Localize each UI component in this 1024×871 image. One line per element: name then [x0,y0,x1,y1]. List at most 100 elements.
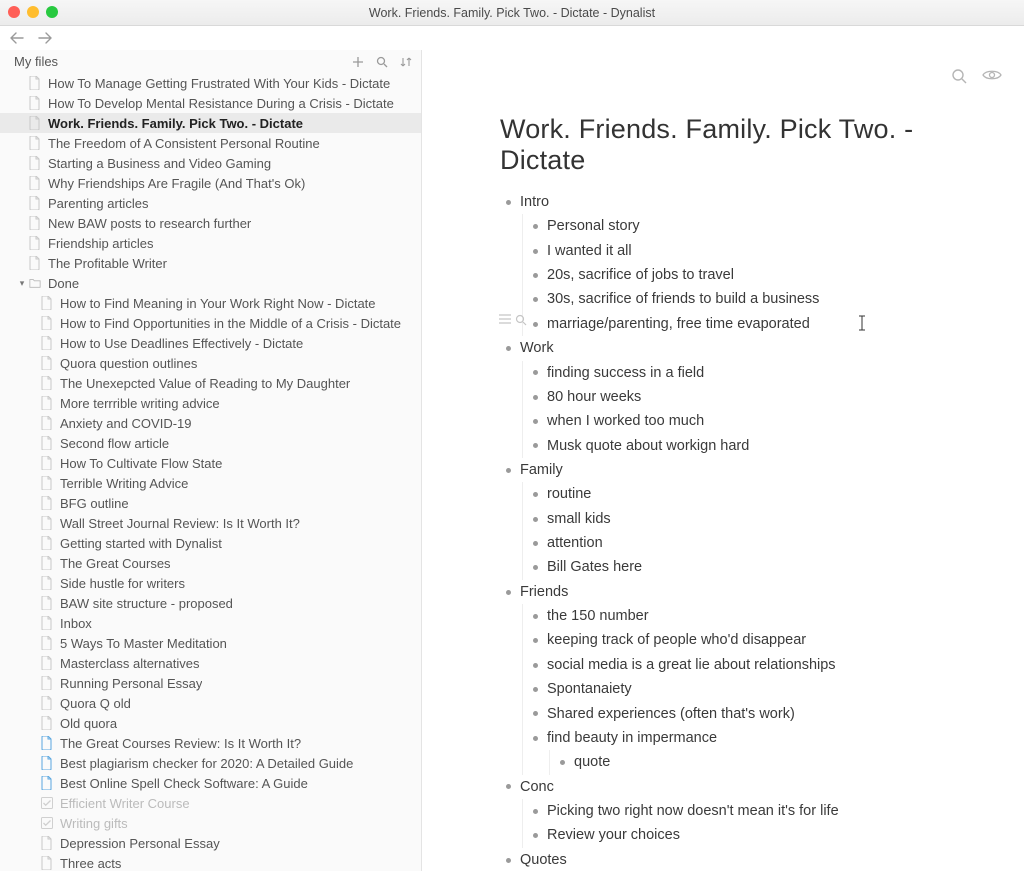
file-item[interactable]: The Profitable Writer [0,253,421,273]
zoom-icon[interactable] [515,314,527,326]
outline-text[interactable]: Friends [520,584,568,600]
outline-text[interactable]: Shared experiences (often that's work) [547,706,795,722]
outline-node[interactable]: Review your choices [527,823,976,847]
file-item[interactable]: Quora question outlines [0,353,421,373]
outline-text[interactable]: 80 hour weeks [547,389,641,405]
outline-node[interactable]: Bill Gates here [527,555,976,579]
outline-text[interactable]: when I worked too much [547,413,704,429]
outline-text[interactable]: Spontanaiety [547,681,632,697]
file-item[interactable]: Why Friendships Are Fragile (And That's … [0,173,421,193]
file-item[interactable]: Anxiety and COVID-19 [0,413,421,433]
outline-node[interactable]: small kids [527,507,976,531]
file-item[interactable]: The Freedom of A Consistent Personal Rou… [0,133,421,153]
outline-text[interactable]: Personal story [547,218,640,234]
file-item[interactable]: More terrrible writing advice [0,393,421,413]
outline-text[interactable]: Bill Gates here [547,559,642,575]
outline-node[interactable]: attention [527,531,976,555]
file-item[interactable]: Old quora [0,713,421,733]
window-close-button[interactable] [8,6,20,18]
file-item[interactable]: Friendship articles [0,233,421,253]
nav-back-button[interactable] [10,32,24,44]
outline-text[interactable]: 20s, sacrifice of jobs to travel [547,267,734,283]
file-item[interactable]: Writing gifts [0,813,421,833]
outline-node[interactable]: when I worked too much [527,409,976,433]
outline-node[interactable]: Intro Personal story I wanted it all 20s, s… [500,190,976,336]
view-mode-button[interactable] [982,68,1002,85]
outline-text[interactable]: quote [574,754,610,770]
outline-node[interactable]: Family routine small kids attention Bill Gat… [500,458,976,580]
outline-text[interactable]: routine [547,486,591,502]
file-tree[interactable]: How To Manage Getting Frustrated With Yo… [0,73,421,871]
outline-node[interactable]: find beauty in impermancequote [527,726,976,775]
outline-text[interactable]: small kids [547,511,611,527]
expand-toggle-icon[interactable]: ▾ [16,278,28,289]
file-item[interactable]: 5 Ways To Master Meditation [0,633,421,653]
file-item[interactable]: Wall Street Journal Review: Is It Worth … [0,513,421,533]
outline-node[interactable]: Personal story [527,214,976,238]
outline-text[interactable]: Musk quote about workign hard [547,438,749,454]
new-file-button[interactable] [351,55,365,69]
nav-forward-button[interactable] [38,32,52,44]
file-item[interactable]: How To Manage Getting Frustrated With Yo… [0,73,421,93]
file-item[interactable]: Parenting articles [0,193,421,213]
file-item[interactable]: Best Online Spell Check Software: A Guid… [0,773,421,793]
outline-node[interactable]: I wanted it all [527,239,976,263]
file-item[interactable]: New BAW posts to research further [0,213,421,233]
outline-text[interactable]: social media is a great lie about relati… [547,657,836,673]
file-item[interactable]: Running Personal Essay [0,673,421,693]
file-item[interactable]: Starting a Business and Video Gaming [0,153,421,173]
outline-node[interactable]: Work finding success in a field 80 hour we… [500,336,976,458]
outline-node[interactable]: keeping track of people who'd disappear [527,628,976,652]
outline-node[interactable]: Spontanaiety [527,677,976,701]
outline-text[interactable]: Work [520,340,554,356]
outline-text[interactable]: finding success in a field [547,365,704,381]
file-item[interactable]: BAW site structure - proposed [0,593,421,613]
outline-node[interactable]: Shared experiences (often that's work) [527,702,976,726]
search-files-button[interactable] [375,55,389,69]
file-item[interactable]: How to Use Deadlines Effectively - Dicta… [0,333,421,353]
outline-node[interactable]: Musk quote about workign hard [527,434,976,458]
file-item[interactable]: Three acts [0,853,421,871]
outline-text[interactable]: marriage/parenting, free time evaporated [547,316,810,332]
document-pane[interactable]: Work. Friends. Family. Pick Two. - Dicta… [422,50,1024,871]
outline-text[interactable]: Conc [520,779,554,795]
outline-node[interactable]: Quotes“The cessation of each thing is no… [500,848,976,871]
outline-node[interactable]: social media is a great lie about relati… [527,653,976,677]
outline-text[interactable]: Family [520,462,563,478]
outline-text[interactable]: Picking two right now doesn't mean it's … [547,803,839,819]
outline-node[interactable]: marriage/parenting, free time evaporated [527,312,976,336]
outline-text[interactable]: Review your choices [547,827,680,843]
file-item[interactable]: How To Develop Mental Resistance During … [0,93,421,113]
file-item[interactable]: Side hustle for writers [0,573,421,593]
outline-text[interactable]: Intro [520,194,549,210]
outline-text[interactable]: attention [547,535,603,551]
outline-node[interactable]: Conc Picking two right now doesn't mean i… [500,775,976,848]
file-item[interactable]: How to Find Opportunities in the Middle … [0,313,421,333]
file-item[interactable]: Inbox [0,613,421,633]
outline-node[interactable]: Friends the 150 numberkeeping track of pe… [500,580,976,775]
window-maximize-button[interactable] [46,6,58,18]
file-item[interactable]: How to Find Meaning in Your Work Right N… [0,293,421,313]
outline-node[interactable]: routine [527,482,976,506]
folder-item[interactable]: ▾Done [0,273,421,293]
file-item[interactable]: Work. Friends. Family. Pick Two. - Dicta… [0,113,421,133]
file-item[interactable]: Terrible Writing Advice [0,473,421,493]
search-document-button[interactable] [951,68,968,85]
document-outline[interactable]: Intro Personal story I wanted it all 20s, s… [500,190,976,871]
outline-text[interactable]: Quotes [520,852,567,868]
file-item[interactable]: Efficient Writer Course [0,793,421,813]
outline-node[interactable]: 80 hour weeks [527,385,976,409]
file-item[interactable]: Second flow article [0,433,421,453]
outline-node[interactable]: the 150 number [527,604,976,628]
file-item[interactable]: Best plagiarism checker for 2020: A Deta… [0,753,421,773]
outline-node[interactable]: Picking two right now doesn't mean it's … [527,799,976,823]
document-title[interactable]: Work. Friends. Family. Pick Two. - Dicta… [500,114,976,176]
file-item[interactable]: BFG outline [0,493,421,513]
file-item[interactable]: Getting started with Dynalist [0,533,421,553]
file-item[interactable]: Depression Personal Essay [0,833,421,853]
file-item[interactable]: Quora Q old [0,693,421,713]
file-item[interactable]: How To Cultivate Flow State [0,453,421,473]
file-item[interactable]: The Unexepcted Value of Reading to My Da… [0,373,421,393]
hamburger-icon[interactable] [499,314,511,326]
outline-node[interactable]: 30s, sacrifice of friends to build a bus… [527,287,976,311]
